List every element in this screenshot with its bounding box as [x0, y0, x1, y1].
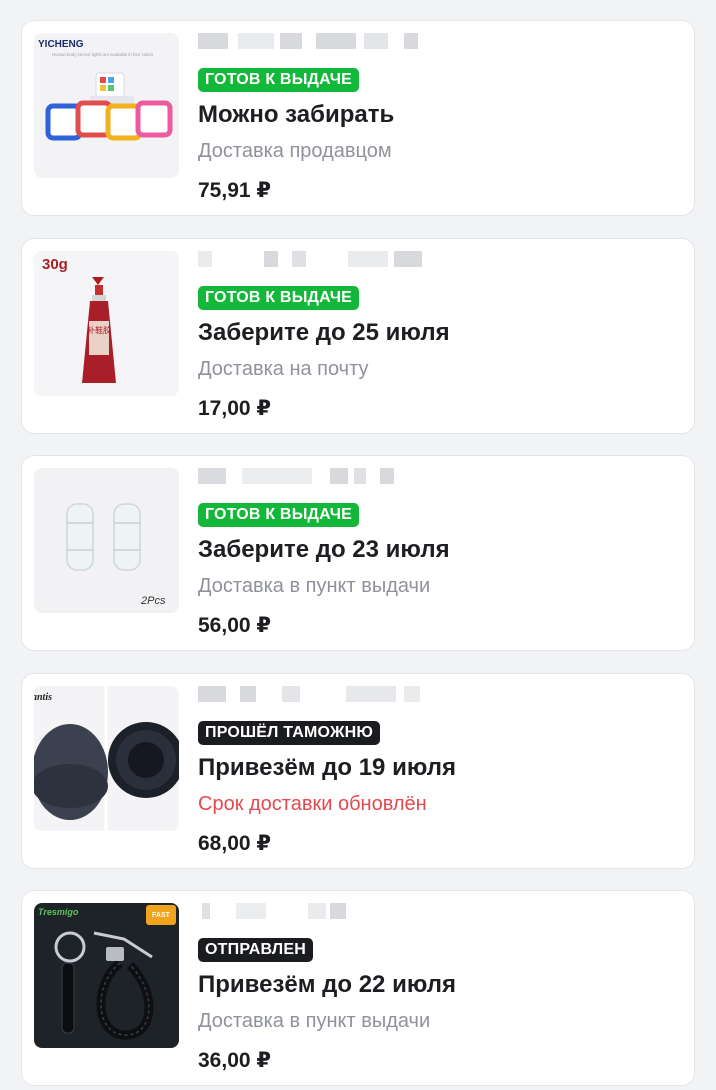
brand-text: Tresmigo	[38, 907, 79, 917]
quantity-text: 2Pcs	[140, 595, 166, 607]
product-image[interactable]: 2Pcs	[34, 468, 179, 613]
product-name-blurred	[198, 903, 438, 919]
delivery-method: Доставка на почту	[198, 358, 369, 380]
status-badge: ГОТОВ К ВЫДАЧЕ	[198, 68, 360, 92]
status-badge: ПРОШЁЛ ТАМОЖНЮ	[198, 721, 381, 745]
delivery-method: Доставка в пункт выдачи	[198, 1010, 431, 1032]
product-image[interactable]: Tresmigo FAST	[34, 903, 179, 1048]
spools-icon: 2Pcs	[34, 468, 179, 613]
product-name-blurred	[198, 33, 438, 49]
order-title: Можно забирать	[198, 101, 395, 128]
order-title: Привезём до 22 июля	[198, 971, 456, 998]
caption-text: Human body sensor lights are available i…	[52, 52, 153, 57]
glue-tube-icon: 30g 补鞋胶	[34, 251, 179, 396]
hat-pompom-icon: antis	[34, 686, 179, 831]
order-price: 56,00 ₽	[198, 614, 271, 637]
product-image[interactable]: YICHENG Human body sensor lights are ava…	[34, 33, 179, 178]
lights-product-icon: YICHENG Human body sensor lights are ava…	[34, 33, 179, 178]
order-card[interactable]: YICHENG Human body sensor lights are ava…	[22, 21, 694, 215]
order-card[interactable]: 30g 补鞋胶 ГОТОВ К ВЫДАЧЕ Заберите до 25 ию…	[22, 239, 694, 433]
fast-delivery-badge: FAST	[152, 912, 171, 919]
product-image[interactable]: 30g 补鞋胶	[34, 251, 179, 396]
brand-text: YICHENG	[38, 39, 84, 50]
order-title: Привезём до 19 июля	[198, 754, 456, 781]
delivery-method: Доставка в пункт выдачи	[198, 575, 431, 597]
brand-text: antis	[34, 692, 52, 703]
order-price: 75,91 ₽	[198, 179, 271, 202]
order-price: 68,00 ₽	[198, 832, 271, 855]
weight-text: 30g	[42, 256, 68, 273]
order-price: 36,00 ₽	[198, 1049, 271, 1072]
order-list: YICHENG Human body sensor lights are ava…	[0, 0, 716, 1090]
product-image[interactable]: antis	[34, 686, 179, 831]
order-price: 17,00 ₽	[198, 397, 271, 420]
order-title: Заберите до 25 июля	[198, 319, 450, 346]
delivery-method: Доставка продавцом	[198, 140, 392, 162]
order-card[interactable]: Tresmigo FAST ОТПРАВЛЕН Привезём до 22 и…	[22, 891, 694, 1085]
product-name-blurred	[198, 468, 438, 484]
delivery-status-alert: Срок доставки обновлён	[198, 793, 427, 815]
product-name-blurred	[198, 686, 438, 702]
label-text: 补鞋胶	[87, 325, 111, 335]
status-badge: ГОТОВ К ВЫДАЧЕ	[198, 503, 360, 527]
order-card[interactable]: antis ПРОШЁЛ ТАМОЖНЮ Привезём до 19 июля…	[22, 674, 694, 868]
product-name-blurred	[198, 251, 438, 267]
status-badge: ГОТОВ К ВЫДАЧЕ	[198, 286, 360, 310]
status-badge: ОТПРАВЛЕН	[198, 938, 313, 962]
order-title: Заберите до 23 июля	[198, 536, 450, 563]
keychain-icon: Tresmigo FAST	[34, 903, 179, 1048]
order-card[interactable]: 2Pcs ГОТОВ К ВЫДАЧЕ Заберите до 23 июля …	[22, 456, 694, 650]
